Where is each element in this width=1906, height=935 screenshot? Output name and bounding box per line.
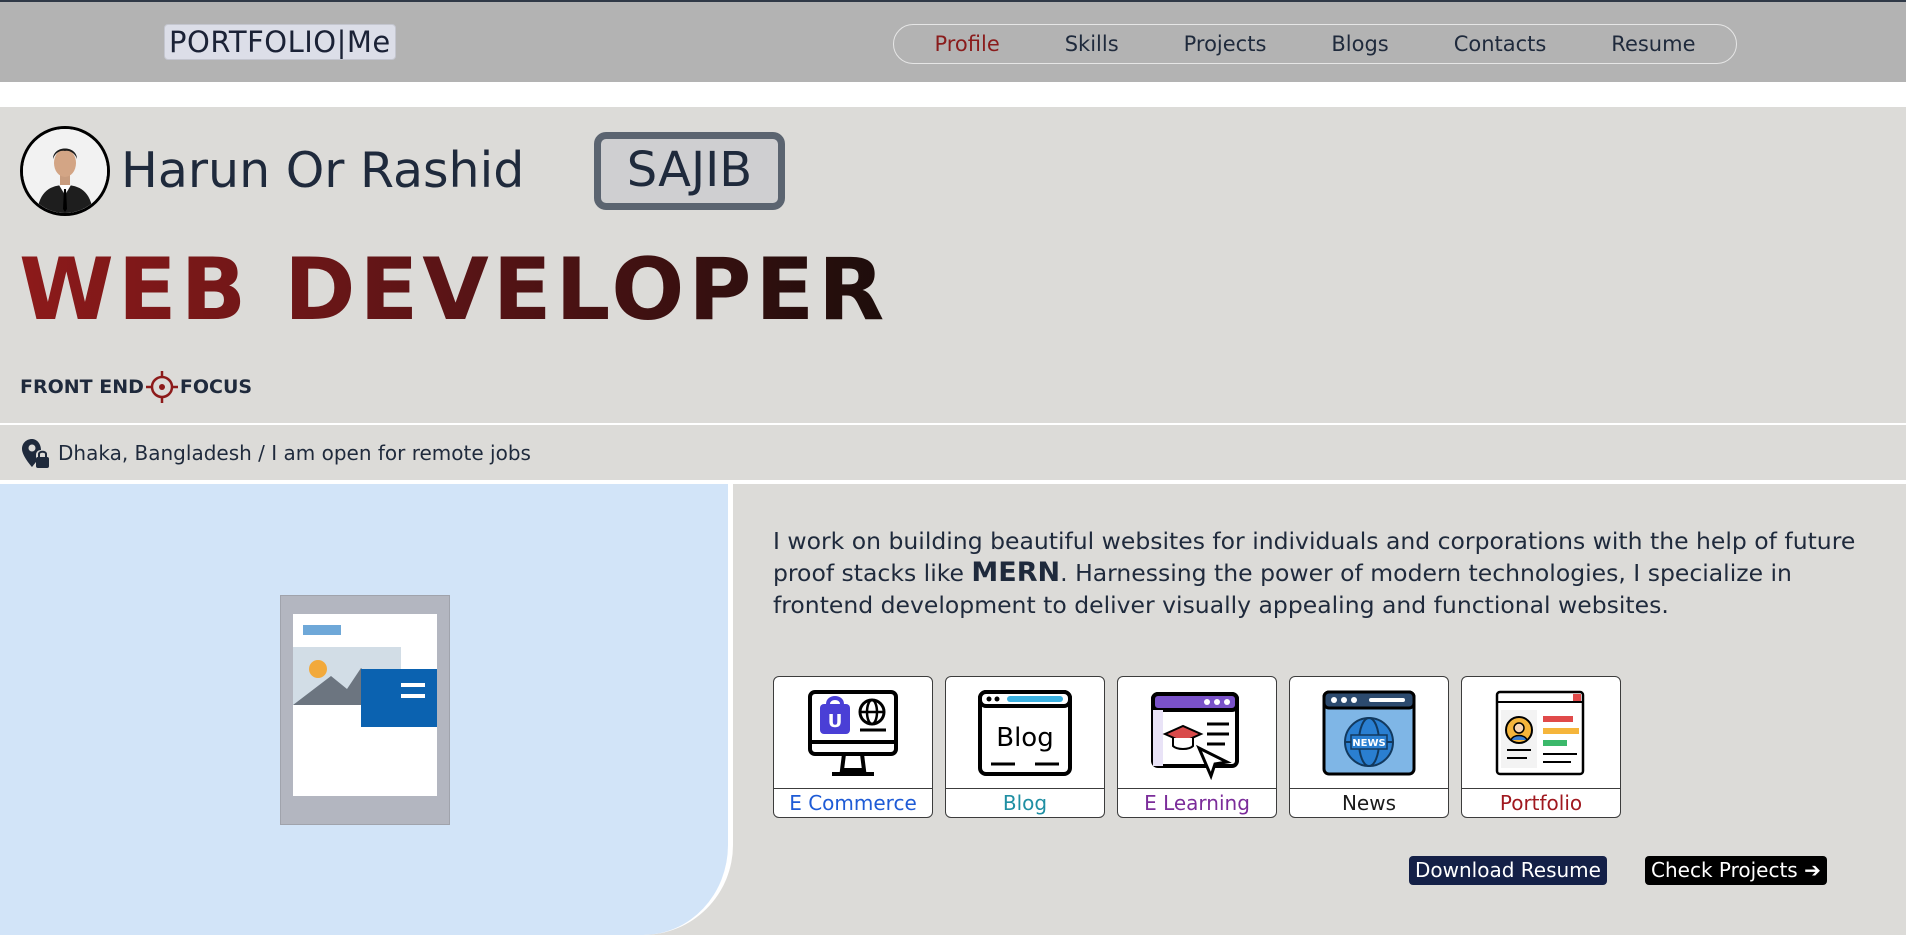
nav-item-profile[interactable]: Profile [934,32,999,56]
card-label-ecommerce: E Commerce [789,791,917,815]
card-label-blog: Blog [1002,791,1048,815]
card-label-elearning: E Learning [1144,791,1250,815]
card-label-portfolio: Portfolio [1499,791,1583,815]
location-text: Dhaka, Bangladesh / I am open for remote… [58,440,531,465]
nickname-badge: SAJIB [594,132,785,210]
top-navbar: PORTFOLIO|Me Profile Skills Projects Blo… [0,0,1906,82]
image-placeholder-icon [280,595,450,825]
hero-section: Harun Or Rashid SAJIB WEB DEVELOPER FRON… [0,107,1906,423]
check-projects-button[interactable]: Check Projects ➔ [1645,856,1827,885]
elearning-icon [1118,677,1276,789]
nav-item-projects[interactable]: Projects [1184,32,1267,56]
portfolio-icon [1462,677,1620,789]
location-lock-icon [22,438,49,468]
ecommerce-icon: U [774,677,932,789]
project-card-portfolio[interactable]: Portfolio [1461,676,1621,818]
avatar [20,126,110,216]
crosshair-icon [145,371,178,403]
blog-icon: Blog [946,677,1104,789]
about-section: I work on building beautiful websites fo… [0,484,1906,935]
location-bar: Dhaka, Bangladesh / I am open for remote… [0,425,1906,480]
tagline-left: FRONT END [20,376,144,398]
nav-item-resume[interactable]: Resume [1611,32,1695,56]
download-resume-button[interactable]: Download Resume [1409,856,1607,885]
project-card-ecommerce[interactable]: U E Commerce [773,676,933,818]
project-card-elearning[interactable]: E Learning [1117,676,1277,818]
image-panel [0,484,733,935]
main-nav: Profile Skills Projects Blogs Contacts R… [893,24,1737,64]
svg-text:U: U [828,711,843,732]
nav-item-contacts[interactable]: Contacts [1454,32,1547,56]
nav-item-skills[interactable]: Skills [1065,32,1119,56]
about-text: I work on building beautiful websites fo… [773,525,1863,621]
project-cards: U E Commerce Blog Blog E Learning NEWS N… [773,676,1621,818]
svg-text:NEWS: NEWS [1352,738,1385,749]
about-highlight: MERN [971,557,1061,588]
news-icon: NEWS [1290,677,1448,789]
nav-item-blogs[interactable]: Blogs [1331,32,1388,56]
svg-text:Blog: Blog [996,723,1053,753]
project-card-news[interactable]: NEWS News [1289,676,1449,818]
tagline: FRONT END FOCUS [20,370,252,404]
card-label-news: News [1341,791,1397,815]
project-card-blog[interactable]: Blog Blog [945,676,1105,818]
site-logo[interactable]: PORTFOLIO|Me [164,24,396,60]
person-name: Harun Or Rashid [121,142,525,199]
tagline-right: FOCUS [179,376,253,398]
role-title: WEB DEVELOPER [19,235,888,345]
